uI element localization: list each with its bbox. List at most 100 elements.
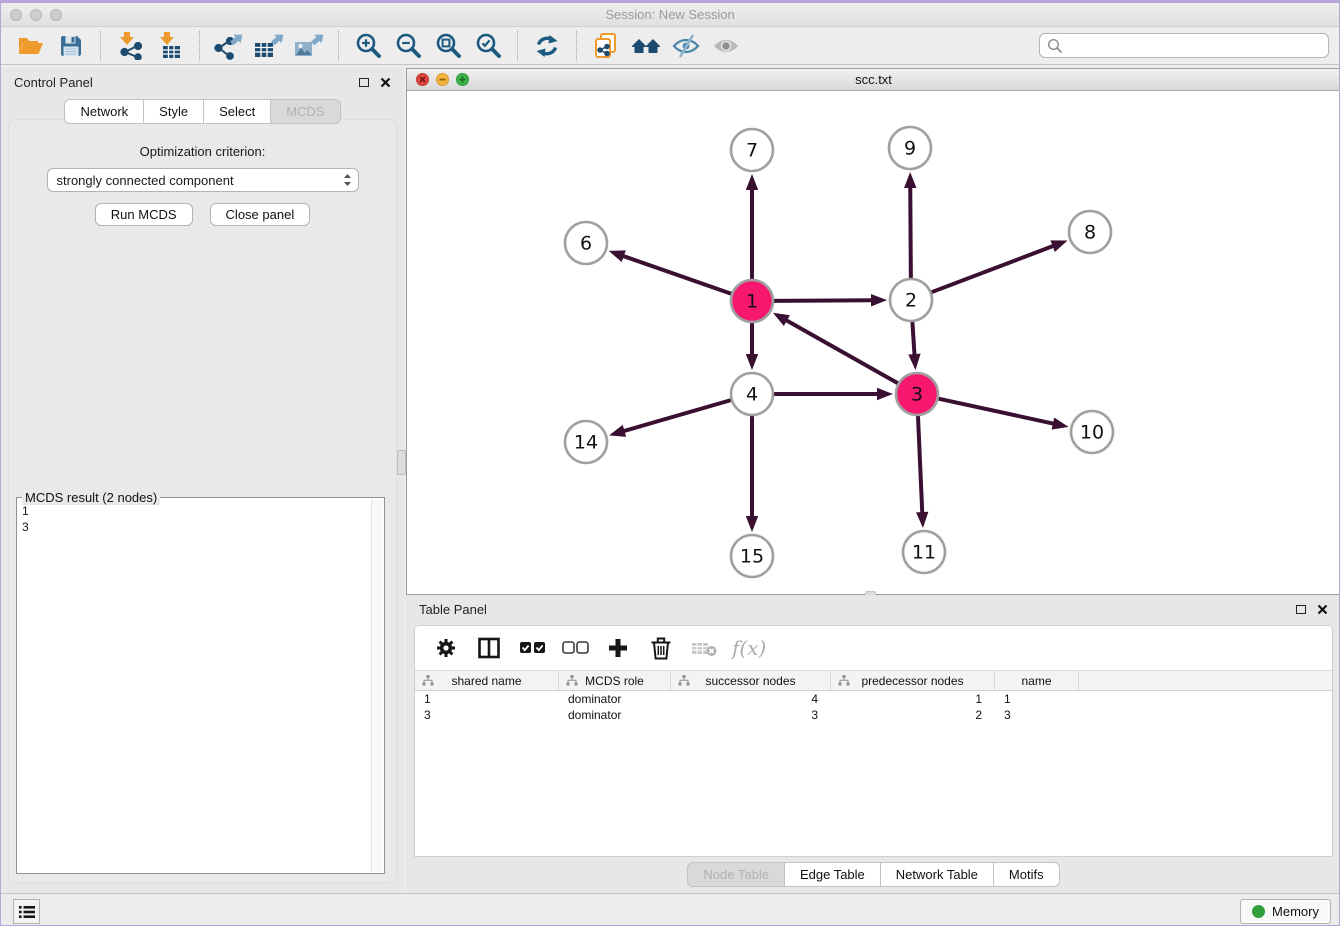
tab-node-table[interactable]: Node Table: [687, 862, 785, 887]
tab-edge-table[interactable]: Edge Table: [784, 862, 881, 887]
tab-motifs[interactable]: Motifs: [993, 862, 1060, 887]
graph-edge-arrowhead: [871, 294, 887, 306]
zoom-in-icon[interactable]: [351, 30, 385, 62]
network-close-icon[interactable]: [416, 73, 429, 86]
hierarchy-sort-icon: [838, 675, 850, 689]
deselect-all-columns-icon[interactable]: [560, 631, 590, 665]
graph-edge-3-11[interactable]: [918, 416, 922, 515]
close-window-icon[interactable]: [10, 9, 22, 21]
table-cell[interactable]: 4: [671, 692, 831, 706]
search-input[interactable]: [1068, 38, 1321, 53]
graph-edge-3-10[interactable]: [938, 399, 1055, 424]
export-network-icon[interactable]: [212, 30, 246, 62]
network-zoom-icon[interactable]: [456, 73, 469, 86]
table-cell[interactable]: 3: [995, 708, 1079, 722]
column-header-shared-name[interactable]: shared name: [415, 671, 559, 690]
table-cell[interactable]: dominator: [559, 692, 671, 706]
network-canvas[interactable]: 1 2 3 4 6 7 8 9 10 11 14 15: [407, 92, 1340, 595]
application-window: Session: New Session: [0, 0, 1340, 926]
graph-edge-arrowhead: [1052, 417, 1069, 429]
apply-layout-icon[interactable]: [530, 30, 564, 62]
graph-edge-1-2[interactable]: [774, 300, 874, 301]
table-cell[interactable]: 3: [415, 708, 559, 722]
float-panel-icon[interactable]: [359, 78, 369, 87]
graph-edge-2-9[interactable]: [910, 185, 911, 278]
graph-node-14[interactable]: 14: [565, 421, 607, 463]
table-cell[interactable]: 1: [995, 692, 1079, 706]
graph-node-2[interactable]: 2: [890, 279, 932, 321]
graph-edge-4-14[interactable]: [622, 400, 731, 432]
graph-node-11[interactable]: 11: [903, 531, 945, 573]
zoom-window-icon[interactable]: [50, 9, 62, 21]
optimization-criterion-select[interactable]: strongly connected component: [47, 168, 359, 192]
tab-network-table[interactable]: Network Table: [880, 862, 994, 887]
graph-node-7[interactable]: 7: [731, 129, 773, 171]
toggle-graphics-details-icon[interactable]: [669, 30, 703, 62]
graph-node-3[interactable]: 3: [896, 373, 938, 415]
graph-node-9[interactable]: 9: [889, 127, 931, 169]
save-session-icon[interactable]: [54, 30, 88, 62]
export-image-icon[interactable]: [292, 30, 326, 62]
show-all-networks-icon[interactable]: [629, 30, 663, 62]
import-network-icon[interactable]: [113, 30, 147, 62]
close-panel-button[interactable]: Close panel: [210, 203, 311, 226]
toolbar-separator: [338, 31, 339, 61]
create-column-plus-icon[interactable]: [603, 631, 633, 665]
graph-node-15[interactable]: 15: [731, 535, 773, 577]
search-box[interactable]: [1039, 33, 1329, 58]
memory-button-label: Memory: [1272, 904, 1319, 919]
open-session-icon[interactable]: [14, 30, 48, 62]
export-table-icon[interactable]: [252, 30, 286, 62]
table-panel: Table Panel: [406, 595, 1340, 893]
float-table-panel-icon[interactable]: [1296, 605, 1306, 614]
network-minimize-icon[interactable]: [436, 73, 449, 86]
table-row[interactable]: 3dominator323: [415, 707, 1332, 723]
task-history-button[interactable]: [13, 899, 40, 924]
svg-text:9: 9: [904, 138, 916, 160]
graph-node-10[interactable]: 10: [1071, 411, 1113, 453]
table-cell[interactable]: 2: [831, 708, 995, 722]
close-panel-icon[interactable]: [380, 77, 391, 88]
delete-column-trash-icon[interactable]: [646, 631, 676, 665]
close-table-panel-icon[interactable]: [1317, 604, 1328, 615]
graph-node-4[interactable]: 4: [731, 373, 773, 415]
tab-network[interactable]: Network: [64, 99, 144, 124]
run-mcds-button[interactable]: Run MCDS: [95, 203, 193, 226]
svg-text:2: 2: [905, 290, 917, 312]
zoom-out-icon[interactable]: [391, 30, 425, 62]
result-scrollbar[interactable]: [371, 499, 383, 872]
graph-edge-arrowhead: [746, 174, 758, 190]
table-row[interactable]: 1dominator411: [415, 691, 1332, 707]
graph-edge-2-8[interactable]: [932, 245, 1056, 292]
graph-node-6[interactable]: 6: [565, 222, 607, 264]
column-header-predecessor-nodes[interactable]: predecessor nodes: [831, 671, 995, 690]
table-settings-gear-icon[interactable]: [431, 631, 461, 665]
graph-edge-arrowhead: [916, 512, 928, 528]
graph-edge-3-1[interactable]: [784, 319, 898, 383]
tab-mcds[interactable]: MCDS: [270, 99, 340, 124]
graph-node-1[interactable]: 1: [731, 280, 773, 322]
tab-style[interactable]: Style: [143, 99, 204, 124]
table-cell[interactable]: 1: [831, 692, 995, 706]
show-column-panel-icon[interactable]: [474, 631, 504, 665]
memory-button[interactable]: Memory: [1240, 899, 1331, 924]
graph-edge-2-3[interactable]: [912, 322, 914, 357]
column-header-name[interactable]: name: [995, 671, 1079, 690]
graph-node-8[interactable]: 8: [1069, 211, 1111, 253]
svg-text:8: 8: [1084, 222, 1096, 244]
zoom-fit-icon[interactable]: [431, 30, 465, 62]
minimize-window-icon[interactable]: [30, 9, 42, 21]
vertical-splitter-grip[interactable]: [397, 450, 406, 475]
table-cell[interactable]: 3: [671, 708, 831, 722]
graph-edge-1-6[interactable]: [621, 255, 731, 294]
column-header-mcds-role[interactable]: MCDS role: [559, 671, 671, 690]
select-all-columns-icon[interactable]: [517, 631, 547, 665]
import-table-icon[interactable]: [153, 30, 187, 62]
table-cell[interactable]: dominator: [559, 708, 671, 722]
copy-network-icon[interactable]: [589, 30, 623, 62]
column-header-successor-nodes[interactable]: successor nodes: [671, 671, 831, 690]
table-cell[interactable]: 1: [415, 692, 559, 706]
tab-select[interactable]: Select: [203, 99, 271, 124]
zoom-selected-icon[interactable]: [471, 30, 505, 62]
network-view-window: scc.txt 1234678910111415: [406, 68, 1340, 595]
